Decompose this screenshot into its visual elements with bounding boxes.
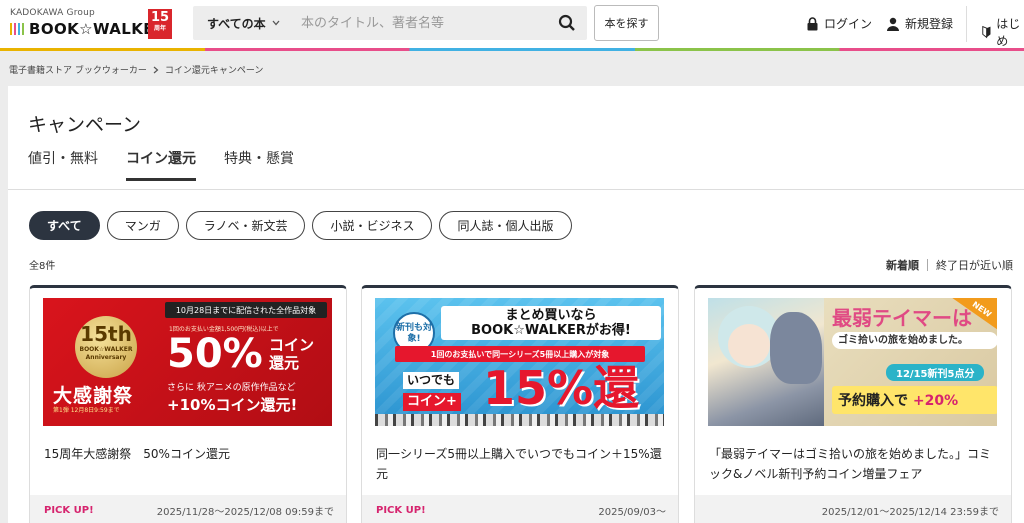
banner-sub-text: さらに 秋アニメの原作作品など	[167, 383, 296, 393]
breadcrumb-current: コイン還元キャンペーン	[164, 66, 264, 76]
breadcrumb-home[interactable]: 電子書籍ストア ブックウォーカー	[9, 63, 147, 76]
register-link[interactable]: 新規登録	[886, 15, 953, 32]
banner-coin-plus: コイン+	[403, 393, 461, 411]
campaign-tabs: 値引・無料 コイン還元 特典・懸賞	[28, 148, 294, 181]
pickup-badge: PICK UP!	[44, 504, 94, 516]
banner-thanks-subtext: 第1弾 12月8日9:59まで	[53, 407, 120, 414]
filter-chip-novel-business[interactable]: 小説・ビジネス	[312, 211, 433, 240]
banner-headline: まとめ買いなら BOOK☆WALKERがお得!	[441, 306, 661, 340]
anniversary-number: 15	[150, 10, 170, 25]
lock-icon	[807, 16, 818, 30]
anniversary-badge: 15 周年	[148, 9, 172, 39]
campaign-period: 2025/11/28〜2025/12/08 09:59まで	[156, 506, 334, 518]
user-icon	[887, 17, 899, 31]
banner-release-date: 12/15新刊5点分	[886, 364, 985, 381]
campaign-banner-bulk-purchase[interactable]: 新刊も対象! まとめ買いなら BOOK☆WALKERがお得! 1回のお支払いで同…	[375, 298, 664, 426]
card-footer: PICK UP! 2025/09/03〜	[362, 495, 678, 523]
chevron-down-icon	[272, 20, 280, 26]
card-footer: 2025/12/01〜2025/12/14 23:59まで	[695, 495, 1011, 523]
anniversary-label: 周年	[153, 25, 166, 32]
card-footer: PICK UP! 2025/11/28〜2025/12/08 09:59まで	[30, 495, 346, 523]
tab-bonus-prize[interactable]: 特典・懸賞	[224, 148, 294, 181]
filter-chip-manga[interactable]: マンガ	[106, 211, 179, 240]
tab-coin-return[interactable]: コイン還元	[126, 148, 196, 181]
anniversary-medal: 15th BOOK☆WALKER Anniversary	[75, 316, 137, 378]
banner-thanks-text: 大感謝祭	[53, 385, 134, 407]
chevron-right-icon	[153, 66, 159, 73]
banner-illustration	[708, 298, 824, 426]
search-category-label: すべての本	[207, 16, 266, 31]
beginner-label: はじめ	[996, 17, 1021, 48]
search-category-select[interactable]: すべての本	[193, 15, 293, 32]
banner-series-subtitle: ゴミ拾いの旅を始めました。	[832, 332, 997, 349]
banner-series-title: 最弱テイマーは	[832, 306, 972, 330]
sort-options: 新着順 終了日が近い順	[886, 257, 1013, 273]
register-label: 新規登録	[905, 17, 954, 31]
category-filter: すべて マンガ ラノベ・新文芸 小説・ビジネス 同人誌・個人出版	[29, 211, 572, 240]
site-header: KADOKAWA Group BOOK☆WALKER 15 周年 すべての本 本…	[0, 0, 1024, 48]
breadcrumb: 電子書籍ストア ブックウォーカー コイン還元キャンペーン	[9, 63, 263, 76]
find-books-button[interactable]: 本を探す	[594, 5, 659, 41]
banner-headline-1: まとめ買いなら	[505, 308, 597, 323]
filter-chip-light-novel[interactable]: ラノベ・新文芸	[185, 211, 306, 240]
banner-percent: 50%	[167, 331, 263, 377]
tabs-divider	[8, 189, 1024, 190]
logo-name: BOOK☆WALKER	[29, 20, 166, 38]
filter-chip-all[interactable]: すべて	[29, 211, 100, 240]
campaign-period: 2025/09/03〜	[598, 506, 666, 518]
campaign-card[interactable]: 最弱テイマーは ゴミ拾いの旅を始めました。 12/15新刊5点分 予約購入で +…	[694, 285, 1012, 523]
tab-discount-free[interactable]: 値引・無料	[28, 148, 98, 181]
search-input[interactable]	[293, 6, 547, 40]
card-title[interactable]: 同一シリーズ5冊以上購入でいつでもコイン＋15%還元	[376, 444, 666, 484]
campaign-period: 2025/12/01〜2025/12/14 23:59まで	[821, 506, 999, 518]
medal-text: 15th	[80, 322, 132, 346]
banner-always-text: いつでも	[403, 372, 460, 389]
logo-bars-icon	[10, 23, 24, 35]
search-box: すべての本	[193, 6, 587, 40]
banner-ribbon: 10月28日までに配信された全作品対象	[165, 302, 327, 318]
sort-divider	[927, 259, 928, 271]
header-divider	[966, 6, 967, 42]
page-title: キャンペーン	[28, 114, 142, 136]
medal-subtext: BOOK☆WALKER Anniversary	[79, 346, 133, 361]
search-button[interactable]	[547, 6, 587, 40]
result-count: 全8件	[29, 261, 56, 272]
banner-percent-label: コイン還元	[269, 336, 315, 372]
banner-condition-bar: 1回のお支払いで同一シリーズ5冊以上購入が対象	[395, 346, 645, 362]
login-link[interactable]: ログイン	[806, 15, 872, 32]
banner-books-decoration	[375, 414, 664, 426]
campaign-banner-tamer[interactable]: 最弱テイマーは ゴミ拾いの旅を始めました。 12/15新刊5点分 予約購入で +…	[708, 298, 997, 426]
banner-preorder-percent: +20%	[912, 393, 959, 409]
header-color-bar	[0, 48, 1024, 51]
filter-chip-doujin[interactable]: 同人誌・個人出版	[439, 211, 572, 240]
campaign-banner-15th-anniversary[interactable]: 15th BOOK☆WALKER Anniversary 大感謝祭 第1弾 12…	[43, 298, 332, 426]
card-title[interactable]: 「最弱テイマーはゴミ拾いの旅を始めました。」コミック&ノベル新刊予約コイン増量フ…	[709, 444, 999, 484]
login-label: ログイン	[824, 17, 873, 31]
sort-ending-soon[interactable]: 終了日が近い順	[936, 257, 1013, 273]
logo-group-text: KADOKAWA Group	[10, 8, 95, 18]
banner-preorder-text: 予約購入で	[838, 393, 908, 409]
search-icon	[558, 14, 575, 31]
banner-preorder-offer: 予約購入で +20%	[832, 386, 997, 414]
campaign-panel: キャンペーン 値引・無料 コイン還元 特典・懸賞 すべて マンガ ラノベ・新文芸…	[8, 86, 1024, 523]
banner-headline-2: BOOK☆WALKERがお得!	[471, 323, 631, 338]
sort-newest[interactable]: 新着順	[886, 257, 919, 273]
card-title[interactable]: 15周年大感謝祭 50%コイン還元	[44, 444, 334, 464]
pickup-badge: PICK UP!	[376, 504, 426, 516]
campaign-card[interactable]: 15th BOOK☆WALKER Anniversary 大感謝祭 第1弾 12…	[29, 285, 347, 523]
site-logo[interactable]: KADOKAWA Group BOOK☆WALKER	[10, 8, 166, 38]
beginner-mark-icon	[982, 25, 991, 39]
banner-extra-return: +10%コイン還元!	[167, 396, 298, 414]
campaign-card[interactable]: 新刊も対象! まとめ買いなら BOOK☆WALKERがお得! 1回のお支払いで同…	[361, 285, 679, 523]
beginner-link[interactable]: はじめ	[982, 15, 1024, 49]
